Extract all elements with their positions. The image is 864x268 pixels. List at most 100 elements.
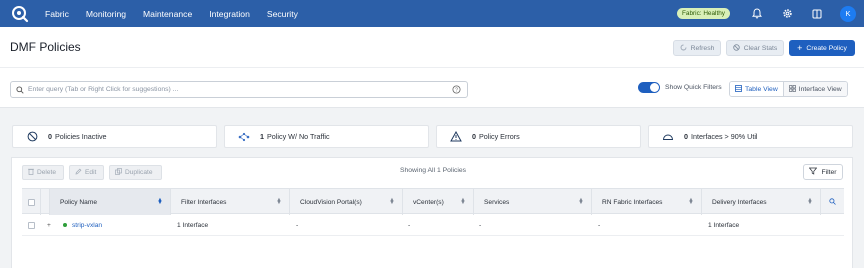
- sort-icon[interactable]: ▲ ▼: [578, 197, 584, 206]
- col-delivery[interactable]: Delivery Interfaces ▲ ▼: [702, 189, 821, 215]
- search-icon[interactable]: [829, 197, 836, 207]
- search-icon: [16, 85, 24, 94]
- policy-name-cell: strip-vxlan: [63, 214, 102, 236]
- stat-count: 0: [472, 132, 476, 141]
- rn-fabric-cell: -: [598, 221, 601, 229]
- interface-view-button[interactable]: Interface View: [783, 82, 847, 96]
- stat-card-errors[interactable]: 0 Policy Errors: [436, 125, 641, 148]
- inactive-icon: [26, 131, 38, 142]
- col-label: vCenter(s): [413, 198, 444, 206]
- sort-icon[interactable]: ▲ ▼: [389, 197, 395, 206]
- filter-label: Filter: [821, 168, 837, 176]
- gauge-icon: [662, 132, 674, 141]
- ban-icon: [732, 43, 740, 53]
- filter-interfaces-cell[interactable]: 1 Interface: [177, 214, 208, 236]
- col-cloudvision[interactable]: CloudVision Portal(s) ▲ ▼: [290, 189, 403, 215]
- sort-icon[interactable]: ▲ ▼: [460, 197, 466, 206]
- stat-count: 0: [684, 132, 688, 141]
- refresh-icon: [680, 44, 687, 53]
- stat-text: Policies Inactive: [55, 132, 107, 141]
- cloudvision-cell: -: [296, 221, 299, 229]
- stat-card-inactive[interactable]: 0 Policies Inactive: [12, 125, 217, 148]
- col-search[interactable]: [821, 189, 844, 215]
- svg-text:?: ?: [455, 87, 458, 93]
- policies-table-panel: Delete Edit Duplicate Showing All 1 Poli…: [11, 157, 853, 268]
- nav-security[interactable]: Security: [267, 9, 298, 19]
- policy-name-link[interactable]: strip-vxlan: [72, 222, 102, 229]
- clear-stats-button[interactable]: Clear Stats: [726, 40, 784, 56]
- col-expand: [41, 189, 50, 215]
- col-label: CloudVision Portal(s): [300, 198, 362, 206]
- select-all-cell: [22, 189, 41, 215]
- row-expand-button[interactable]: +: [47, 214, 51, 236]
- nav-fabric[interactable]: Fabric: [45, 9, 69, 19]
- main-menu: Fabric Monitoring Maintenance Integratio…: [45, 9, 315, 19]
- row-checkbox[interactable]: [28, 221, 35, 229]
- row-select-cell: [28, 214, 35, 236]
- create-policy-label: Create Policy: [806, 44, 847, 52]
- view-switcher: Table View Interface View: [729, 81, 848, 97]
- col-label: Delivery Interfaces: [712, 198, 767, 206]
- stat-count: 1: [260, 132, 264, 141]
- grid-icon: [788, 84, 796, 94]
- refresh-button[interactable]: Refresh: [673, 40, 721, 56]
- table-row[interactable]: + strip-vxlan 1 Interface - - - - 1 Inte…: [22, 214, 844, 236]
- stat-text: Interfaces > 90% Util: [691, 132, 758, 141]
- nav-integration[interactable]: Integration: [209, 9, 250, 19]
- stat-count: 0: [48, 132, 52, 141]
- sort-icon[interactable]: ▲ ▼: [276, 197, 282, 206]
- warning-icon: [450, 131, 462, 142]
- col-label: Services: [484, 198, 510, 206]
- delivery-cell[interactable]: 1 Interface: [708, 214, 739, 236]
- sort-asc-icon[interactable]: ▲ ▼: [157, 197, 163, 206]
- stat-card-util[interactable]: 0 Interfaces > 90% Util: [648, 125, 853, 148]
- create-policy-button[interactable]: + Create Policy: [789, 40, 855, 56]
- search-bar: ?: [10, 81, 468, 98]
- nav-monitoring[interactable]: Monitoring: [86, 9, 126, 19]
- nav-maintenance[interactable]: Maintenance: [143, 9, 192, 19]
- logo-icon[interactable]: [10, 4, 30, 24]
- col-label: Filter Interfaces: [181, 198, 227, 206]
- table-view-button[interactable]: Table View: [730, 82, 784, 96]
- col-vcenter[interactable]: vCenter(s) ▲ ▼: [403, 189, 474, 215]
- interface-view-label: Interface View: [798, 85, 842, 93]
- avatar[interactable]: K: [840, 5, 856, 22]
- filter-icon: [809, 167, 818, 177]
- traffic-icon: [238, 132, 250, 142]
- nav-right: Fabric: Healthy K: [677, 0, 856, 27]
- clear-stats-label: Clear Stats: [743, 44, 778, 52]
- status-dot: [63, 223, 67, 227]
- col-services[interactable]: Services ▲ ▼: [474, 189, 592, 215]
- page-title: DMF Policies: [10, 40, 81, 54]
- select-all-checkbox[interactable]: [27, 198, 35, 206]
- gear-icon[interactable]: [780, 7, 794, 21]
- bell-icon[interactable]: [750, 7, 764, 21]
- table-icon: [735, 84, 742, 94]
- table-header: Policy Name ▲ ▼ Filter Interfaces ▲ ▼ Clou…: [22, 188, 844, 215]
- help-icon[interactable]: ?: [452, 85, 461, 94]
- quick-filters-label: Show Quick Filters: [665, 84, 722, 91]
- book-icon[interactable]: [810, 7, 824, 21]
- stat-card-no-traffic[interactable]: 1 Policy W/ No Traffic: [224, 125, 429, 148]
- showing-count: Showing All 1 Policies: [399, 167, 467, 174]
- quick-filters-toggle-wrap: Show Quick Filters: [638, 82, 722, 93]
- col-policy-name[interactable]: Policy Name ▲ ▼: [50, 189, 171, 215]
- header-panel: DMF Policies Refresh Clear Stats + Creat…: [0, 27, 864, 108]
- col-label: Policy Name: [60, 198, 98, 206]
- table-view-label: Table View: [745, 85, 778, 93]
- col-filter-interfaces[interactable]: Filter Interfaces ▲ ▼: [171, 189, 290, 215]
- plus-icon: +: [797, 43, 803, 53]
- quick-filters-toggle[interactable]: [638, 82, 660, 93]
- search-input[interactable]: [28, 86, 452, 93]
- stat-text: Policy Errors: [479, 132, 520, 141]
- sort-icon[interactable]: ▲ ▼: [688, 197, 694, 206]
- stat-text: Policy W/ No Traffic: [267, 132, 330, 141]
- fabric-status-badge[interactable]: Fabric: Healthy: [677, 8, 730, 19]
- header-divider: [0, 67, 864, 68]
- col-rn-fabric[interactable]: RN Fabric Interfaces ▲ ▼: [592, 189, 702, 215]
- col-label: RN Fabric Interfaces: [602, 198, 663, 206]
- top-nav: Fabric Monitoring Maintenance Integratio…: [0, 0, 864, 27]
- vcenter-cell: -: [408, 221, 411, 229]
- filter-button[interactable]: Filter: [803, 164, 843, 180]
- sort-icon[interactable]: ▲ ▼: [807, 197, 813, 206]
